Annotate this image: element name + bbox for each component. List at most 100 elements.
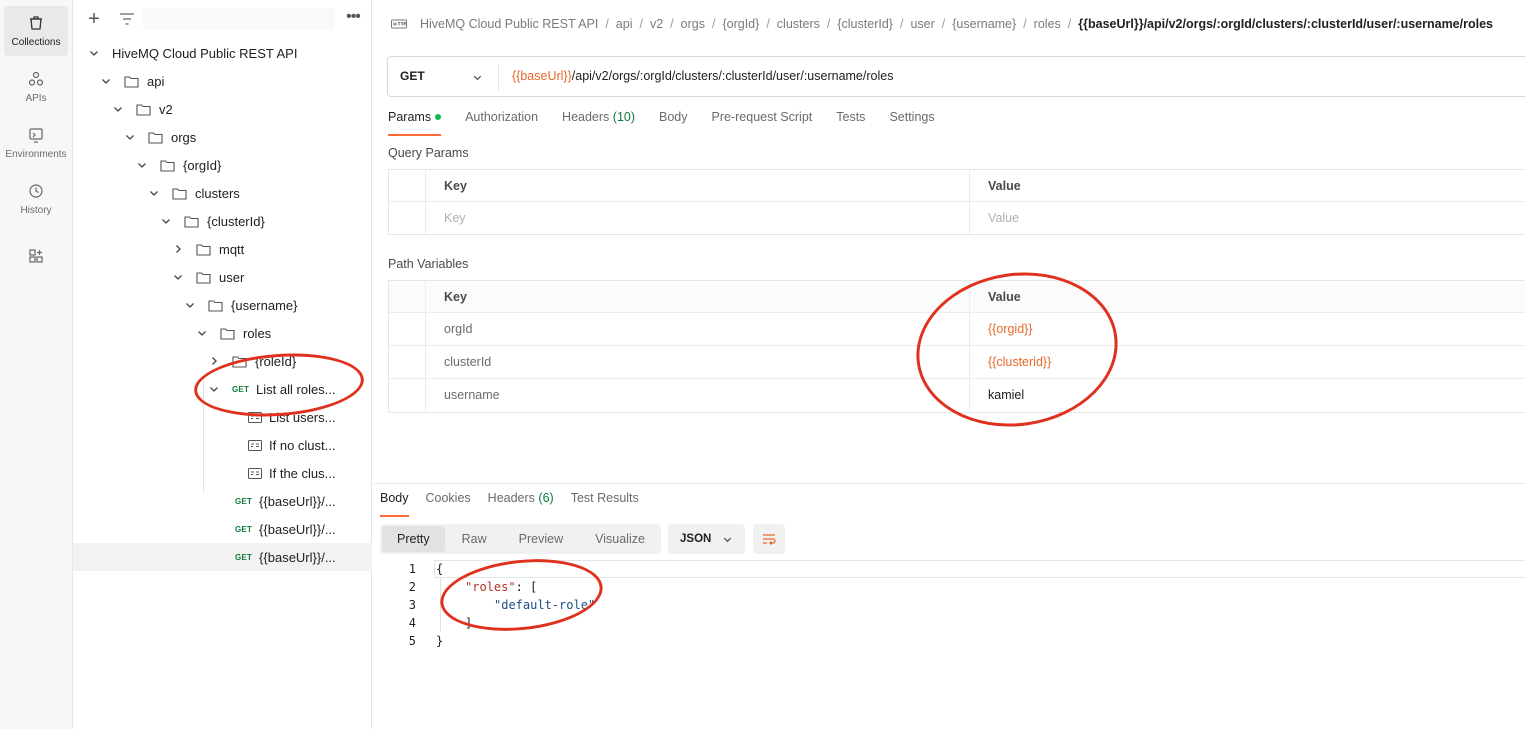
column-header-value: Value: [988, 179, 1021, 193]
breadcrumb-item[interactable]: roles: [1034, 17, 1061, 31]
tree-item-example[interactable]: List users...: [73, 403, 372, 431]
breadcrumb-item[interactable]: api: [616, 17, 633, 31]
tree-item-collection[interactable]: HiveMQ Cloud Public REST API: [73, 39, 372, 67]
view-raw-button[interactable]: Raw: [447, 526, 502, 552]
breadcrumb-separator: /: [899, 17, 904, 31]
tree-item-folder[interactable]: {username}: [73, 291, 372, 319]
breadcrumb-item[interactable]: user: [910, 17, 934, 31]
rail-apis[interactable]: APIs: [4, 62, 68, 112]
chevron-down-icon[interactable]: [148, 187, 160, 199]
rail-collections[interactable]: Collections: [4, 6, 68, 56]
chevron-down-icon[interactable]: [136, 159, 148, 171]
view-visualize-button[interactable]: Visualize: [580, 526, 660, 552]
tab-settings[interactable]: Settings: [889, 110, 934, 136]
path-key: orgId: [444, 322, 473, 336]
tree-item-label: {orgId}: [183, 157, 222, 173]
response-body-editor[interactable]: 1 2 3 4 5 { "roles": [ "default-role" ] …: [380, 560, 1525, 660]
breadcrumb-item[interactable]: {username}: [952, 17, 1016, 31]
tab-params[interactable]: Params: [388, 110, 442, 136]
query-params-table: Key Value Key Value: [388, 169, 1525, 235]
indent-guide: [440, 578, 441, 632]
url-input[interactable]: {{baseUrl}}/api/v2/orgs/:orgId/clusters/…: [512, 69, 893, 83]
tab-body[interactable]: Body: [659, 110, 688, 136]
tree-item-folder[interactable]: {orgId}: [73, 151, 372, 179]
tree-item-folder[interactable]: {roleId}: [73, 347, 372, 375]
tree-item-request[interactable]: GET {{baseUrl}}/...: [73, 515, 372, 543]
breadcrumb-separator: /: [670, 17, 674, 31]
response-tab-headers[interactable]: Headers (6): [488, 491, 554, 517]
tree-item-folder[interactable]: orgs: [73, 123, 372, 151]
breadcrumb-item[interactable]: {clusterId}: [837, 17, 893, 31]
path-value-input[interactable]: {{clusterid}}: [988, 355, 1051, 369]
sidebar-search-input[interactable]: [143, 8, 335, 30]
chevron-down-icon[interactable]: [184, 299, 196, 311]
tree-item-request[interactable]: GET {{baseUrl}}/...: [73, 487, 372, 515]
folder-icon: [208, 299, 223, 312]
tab-label: Test Results: [570, 491, 639, 505]
tab-label: Tests: [836, 110, 866, 124]
wrap-lines-button[interactable]: [753, 524, 785, 554]
table-header-row: Key Value: [389, 281, 1525, 313]
rail-environments[interactable]: Environments: [4, 118, 68, 168]
tab-tests[interactable]: Tests: [836, 110, 865, 136]
path-value-input[interactable]: {{orgid}}: [988, 322, 1033, 336]
query-key-input[interactable]: Key: [444, 211, 466, 225]
chevron-down-icon[interactable]: [112, 103, 124, 115]
response-tab-body[interactable]: Body: [380, 491, 409, 517]
active-line-highlight: [434, 560, 1525, 578]
tree-item-folder[interactable]: {clusterId}: [73, 207, 372, 235]
query-value-input[interactable]: Value: [988, 211, 1019, 225]
tree-item-folder[interactable]: clusters: [73, 179, 372, 207]
format-select[interactable]: JSON: [668, 524, 745, 554]
tree-item-folder[interactable]: v2: [73, 95, 372, 123]
chevron-right-icon[interactable]: [172, 243, 184, 255]
rail-label: History: [20, 204, 52, 216]
more-options-icon[interactable]: •••: [343, 8, 363, 28]
chevron-down-icon[interactable]: [124, 131, 136, 143]
tree-item-example[interactable]: If the clus...: [73, 459, 372, 487]
example-icon: [248, 467, 262, 479]
breadcrumb-current[interactable]: {{baseUrl}}/api/v2/orgs/:orgId/clusters/…: [1078, 17, 1493, 31]
breadcrumb-item[interactable]: v2: [650, 17, 663, 31]
chevron-right-icon[interactable]: [208, 355, 220, 367]
tree-item-label: orgs: [171, 129, 197, 145]
breadcrumb-item[interactable]: HiveMQ Cloud Public REST API: [420, 17, 598, 31]
tab-pre-request-script[interactable]: Pre-request Script: [712, 110, 813, 136]
tree-item-request[interactable]: GET List all roles...: [73, 375, 372, 403]
get-method-badge: GET: [232, 384, 250, 394]
chevron-down-icon[interactable]: [196, 327, 208, 339]
path-value-input[interactable]: kamiel: [988, 388, 1024, 402]
tree-item-folder[interactable]: user: [73, 263, 372, 291]
plus-icon[interactable]: +: [85, 9, 103, 29]
response-divider[interactable]: [372, 483, 1525, 484]
chevron-down-icon[interactable]: [208, 383, 220, 395]
breadcrumb-item[interactable]: orgs: [681, 17, 705, 31]
tree-item-request-selected[interactable]: GET {{baseUrl}}/...: [73, 543, 372, 571]
chevron-down-icon[interactable]: [100, 75, 112, 87]
view-preview-button[interactable]: Preview: [504, 526, 578, 552]
response-tab-cookies[interactable]: Cookies: [426, 491, 471, 517]
tab-headers[interactable]: Headers (10): [562, 110, 635, 136]
chevron-down-icon[interactable]: [472, 72, 483, 83]
history-icon: [29, 183, 43, 198]
chevron-down-icon[interactable]: [88, 47, 100, 59]
breadcrumb-item[interactable]: clusters: [777, 17, 820, 31]
rail-configure-workbench[interactable]: [4, 234, 68, 284]
view-pretty-button[interactable]: Pretty: [382, 526, 445, 552]
tree-item-folder[interactable]: mqtt: [73, 235, 372, 263]
tree-item-folder[interactable]: roles: [73, 319, 372, 347]
wrap-lines-icon: [763, 534, 776, 545]
chevron-down-icon[interactable]: [160, 215, 172, 227]
chevron-down-icon[interactable]: [172, 271, 184, 283]
checkbox-cell: [389, 202, 426, 234]
tab-label: Params: [388, 110, 432, 124]
filter-icon[interactable]: [119, 12, 135, 26]
tree-item-folder[interactable]: api: [73, 67, 372, 95]
breadcrumb-item[interactable]: {orgId}: [722, 17, 759, 31]
breadcrumb-separator: /: [826, 17, 831, 31]
response-tab-test-results[interactable]: Test Results: [571, 491, 639, 517]
rail-history[interactable]: History: [4, 174, 68, 224]
tree-item-example[interactable]: If no clust...: [73, 431, 372, 459]
method-select[interactable]: GET: [400, 69, 425, 83]
tab-authorization[interactable]: Authorization: [465, 110, 538, 136]
